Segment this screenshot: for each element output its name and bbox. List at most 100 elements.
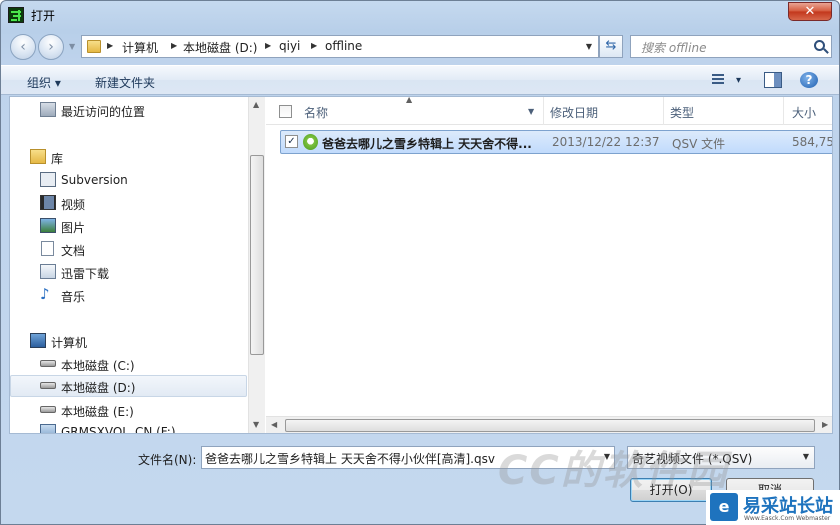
file-list-scrollbar[interactable]: ◀ ▶ [266, 416, 832, 433]
breadcrumb-chevron-icon[interactable]: ▶ [265, 41, 271, 50]
sidebar-item-label: Subversion [61, 173, 128, 187]
file-name: 爸爸去哪儿之雪乡特辑上 天天舍不得... [322, 137, 532, 151]
qsv-file-icon [303, 134, 318, 150]
file-row[interactable]: ✓ 爸爸去哪儿之雪乡特辑上 天天舍不得... 2013/12/22 12:37 … [280, 130, 832, 154]
sort-ascending-icon: ▲ [406, 96, 413, 104]
forward-button[interactable]: › [38, 34, 64, 60]
column-header-label: 类型 [670, 106, 695, 120]
scroll-left-icon[interactable]: ◀ [271, 420, 277, 429]
sidebar-item-pictures[interactable]: 图片 [10, 215, 247, 237]
sidebar-item-label: GRMSXVOL_CN (F:) [61, 425, 176, 433]
select-all-checkbox[interactable] [279, 105, 292, 118]
preview-pane-icon[interactable] [764, 72, 782, 88]
filename-label: 文件名(N): [138, 453, 197, 467]
view-dropdown-icon[interactable]: ▾ [736, 75, 741, 86]
column-header-row: 名称 ▲ ▼ 修改日期 类型 大小 [266, 97, 832, 125]
forward-arrow-icon: › [48, 39, 54, 55]
column-header-modified[interactable]: 修改日期 [544, 97, 664, 125]
breadcrumb-item[interactable]: qiyi [279, 39, 300, 53]
back-button[interactable]: ‹ [10, 34, 36, 60]
search-box[interactable]: 搜索 offline [630, 35, 832, 58]
sidebar-item-recent[interactable]: 最近访问的位置 [10, 99, 247, 121]
download-folder-icon [40, 264, 56, 279]
column-header-type[interactable]: 类型 [664, 97, 784, 125]
document-icon [41, 241, 54, 256]
filename-value: 爸爸去哪儿之雪乡特辑上 天天舍不得小伙伴[高清].qsv [205, 452, 495, 466]
command-bar: 组织 ▾ 新建文件夹 ▾ ? [1, 65, 839, 95]
address-dropdown-icon[interactable]: ▼ [586, 42, 592, 51]
navigation-pane-scrollbar[interactable]: ▲ ▼ [248, 97, 265, 433]
sidebar-item-drive-c[interactable]: 本地磁盘 (C:) [10, 353, 247, 375]
close-button[interactable]: ✕ [788, 2, 832, 21]
sidebar-item-subversion[interactable]: Subversion [10, 169, 247, 191]
breadcrumb-item[interactable]: 本地磁盘 (D:) [183, 39, 257, 56]
pictures-icon [40, 218, 56, 233]
column-header-label: 修改日期 [550, 106, 599, 120]
browser-area: 最近访问的位置 库 Subversion 视频 图片 文档 迅雷下载 ♪ 音乐 … [9, 96, 833, 434]
help-icon[interactable]: ? [800, 72, 818, 88]
file-checkbox[interactable]: ✓ [285, 135, 298, 148]
library-icon [30, 149, 46, 164]
sidebar-item-videos[interactable]: 视频 [10, 192, 247, 214]
subversion-icon [40, 172, 56, 187]
address-bar[interactable]: ▶ 计算机 ▶ 本地磁盘 (D:) ▶ qiyi ▶ offline ▼ [81, 35, 599, 58]
sidebar-item-drive-e[interactable]: 本地磁盘 (E:) [10, 399, 247, 421]
sidebar-item-drive-d[interactable]: 本地磁盘 (D:) [10, 375, 247, 397]
sidebar-item-computer[interactable]: 计算机 [10, 330, 247, 352]
column-header-size[interactable]: 大小 [784, 97, 832, 125]
title-bar[interactable]: 打开 ✕ [1, 1, 839, 29]
sidebar-item-label: 文档 [61, 244, 86, 258]
breadcrumb-chevron-icon[interactable]: ▶ [311, 41, 317, 50]
breadcrumb-item[interactable]: offline [325, 39, 362, 53]
recent-places-icon [40, 102, 56, 117]
sidebar-item-libraries[interactable]: 库 [10, 146, 247, 168]
navigation-pane[interactable]: 最近访问的位置 库 Subversion 视频 图片 文档 迅雷下载 ♪ 音乐 … [10, 97, 248, 433]
search-input[interactable]: 搜索 offline [641, 39, 706, 56]
site-logo-url: Www.Easck.Com Webmaster [744, 515, 831, 522]
sidebar-item-label: 迅雷下载 [61, 267, 110, 281]
column-filter-dropdown-icon[interactable]: ▼ [528, 107, 534, 116]
computer-icon [30, 333, 46, 348]
breadcrumb-item[interactable]: 计算机 [122, 39, 158, 56]
column-header-label: 名称 [304, 106, 329, 120]
drive-icon [40, 382, 56, 389]
sidebar-item-label: 最近访问的位置 [61, 105, 146, 119]
file-type-select[interactable]: 奇艺视频文件 (*.QSV) ▼ [627, 446, 815, 469]
video-icon [40, 195, 56, 210]
filename-dropdown-icon[interactable]: ▼ [604, 452, 610, 461]
refresh-icon: ⇆ [605, 38, 617, 53]
breadcrumb-chevron-icon[interactable]: ▶ [171, 41, 177, 50]
scroll-down-icon[interactable]: ▼ [253, 420, 259, 429]
sidebar-item-label: 计算机 [51, 336, 88, 350]
organize-button[interactable]: 组织 ▾ [27, 74, 61, 91]
back-arrow-icon: ‹ [20, 39, 26, 55]
scroll-right-icon[interactable]: ▶ [822, 420, 828, 429]
search-icon[interactable] [814, 40, 825, 51]
column-header-name[interactable]: 名称 ▲ ▼ [300, 97, 544, 125]
sidebar-item-label: 本地磁盘 (E:) [61, 405, 134, 419]
new-folder-button[interactable]: 新建文件夹 [95, 74, 155, 91]
recent-pages-dropdown-icon[interactable]: ▼ [69, 42, 75, 51]
window-title: 打开 [31, 9, 56, 23]
filename-input[interactable]: 爸爸去哪儿之雪乡特辑上 天天舍不得小伙伴[高清].qsv ▼ [201, 446, 615, 469]
scroll-up-icon[interactable]: ▲ [253, 100, 259, 109]
scrollbar-thumb[interactable] [285, 419, 815, 432]
refresh-button[interactable]: ⇆ [599, 35, 623, 58]
file-type-value: 奇艺视频文件 (*.QSV) [632, 452, 753, 466]
open-button[interactable]: 打开(O) [630, 478, 712, 502]
sidebar-item-documents[interactable]: 文档 [10, 238, 247, 260]
file-modified: 2013/12/22 12:37 [552, 135, 660, 149]
navigation-row: ‹ › ▼ ▶ 计算机 ▶ 本地磁盘 (D:) ▶ qiyi ▶ offline… [1, 32, 839, 60]
file-list[interactable]: 名称 ▲ ▼ 修改日期 类型 大小 ✓ 爸爸去哪儿之雪乡特辑上 天天舍不得... [266, 97, 832, 433]
sidebar-item-music[interactable]: ♪ 音乐 [10, 284, 247, 306]
sidebar-item-label: 音乐 [61, 290, 86, 304]
close-icon: ✕ [804, 4, 816, 19]
breadcrumb-chevron-icon[interactable]: ▶ [107, 41, 113, 50]
site-logo-icon: e [710, 493, 738, 521]
sidebar-item-thunder-downloads[interactable]: 迅雷下载 [10, 261, 247, 283]
file-type-dropdown-icon[interactable]: ▼ [803, 452, 809, 461]
scrollbar-thumb[interactable] [250, 155, 264, 355]
view-options-icon[interactable] [710, 72, 726, 88]
music-note-icon: ♪ [40, 285, 50, 303]
sidebar-item-drive-f[interactable]: GRMSXVOL_CN (F:) [10, 421, 247, 433]
